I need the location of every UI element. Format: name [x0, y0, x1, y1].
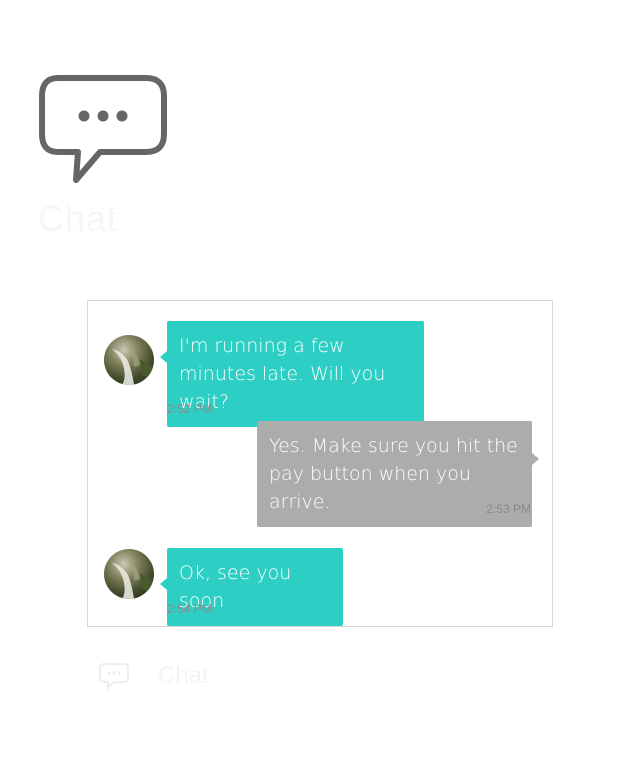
message-timestamp: 2:54 PM: [167, 602, 212, 616]
avatar: [104, 335, 154, 385]
message-timestamp: 2:53 PM: [486, 502, 531, 516]
page-title: Chat: [38, 198, 119, 239]
chat-panel: I'm running a few minutes late. Will you…: [87, 300, 553, 627]
footer-label: Chat: [158, 662, 209, 689]
message-timestamp: 2:52 PM: [167, 402, 212, 416]
avatar: [104, 549, 154, 599]
chat-bubble-icon: [98, 662, 130, 691]
chat-bubble-icon: [38, 74, 168, 189]
